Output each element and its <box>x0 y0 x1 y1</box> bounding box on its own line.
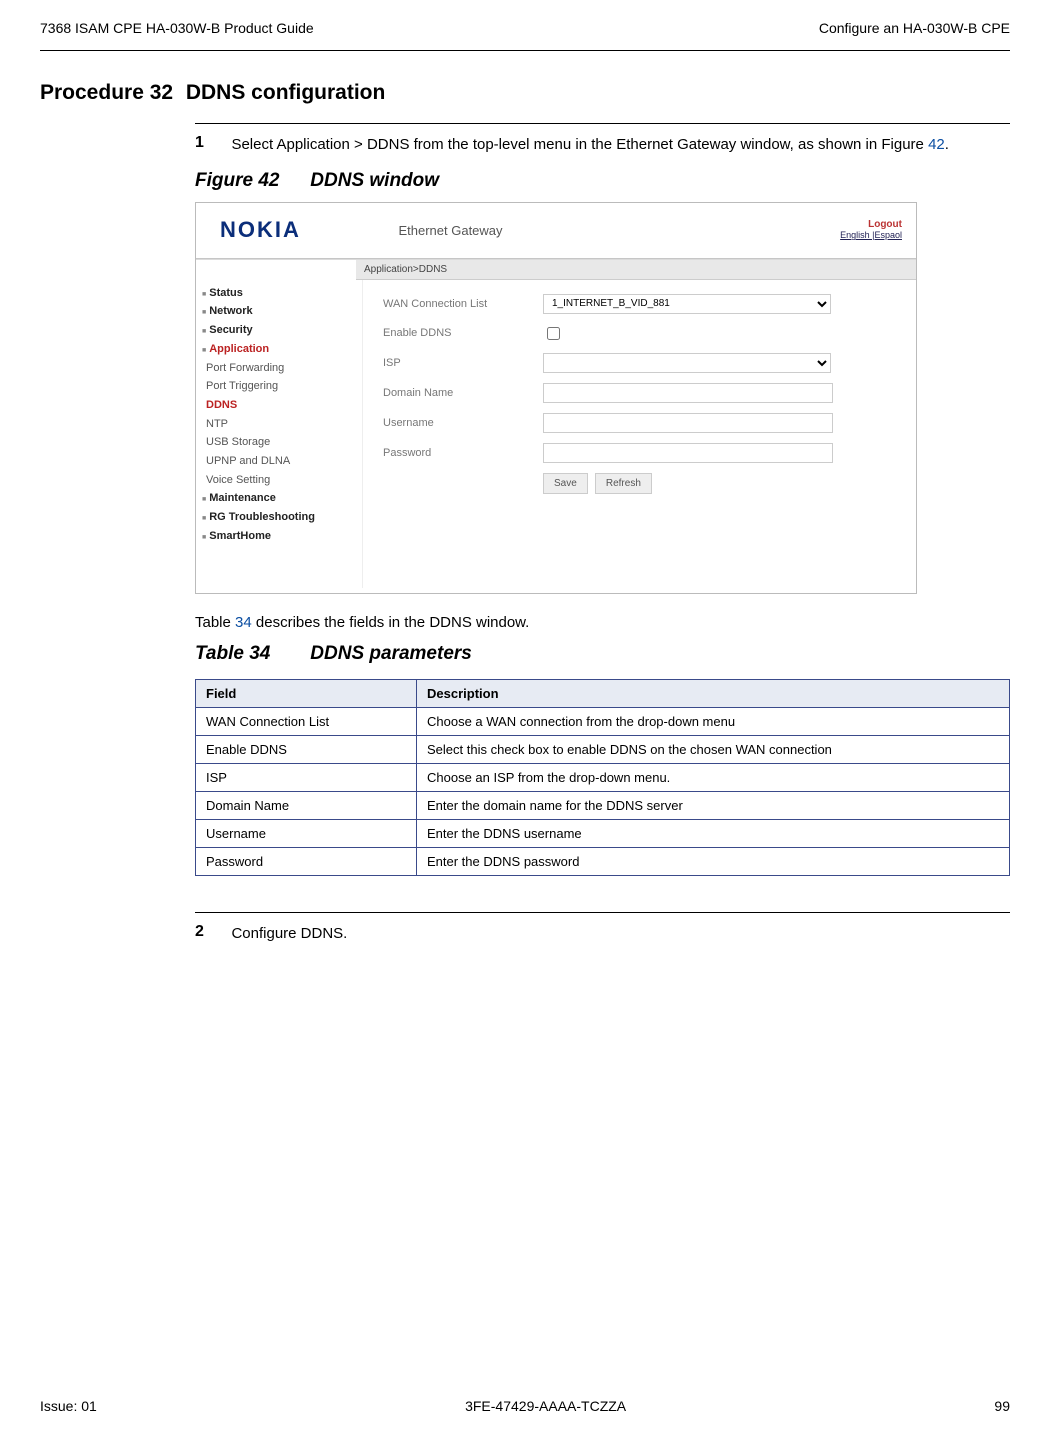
language-links[interactable]: English |Espaol <box>840 230 902 240</box>
breadcrumb: Application>DDNS <box>356 260 916 280</box>
cell-field: Domain Name <box>196 791 417 819</box>
refresh-button[interactable]: Refresh <box>595 473 652 494</box>
nav-status[interactable]: Status <box>202 284 362 303</box>
step-text: Configure DDNS. <box>231 923 1006 945</box>
step-number: 2 <box>195 923 227 941</box>
nav-ddns[interactable]: DDNS <box>202 396 362 415</box>
nav-port-triggering[interactable]: Port Triggering <box>202 377 362 396</box>
nav-voice[interactable]: Voice Setting <box>202 471 362 490</box>
step1-text-b: . <box>945 136 949 153</box>
step-number: 1 <box>195 134 227 152</box>
nav-usb[interactable]: USB Storage <box>202 433 362 452</box>
username-input[interactable] <box>543 413 833 433</box>
gateway-title: Ethernet Gateway <box>398 223 502 238</box>
cell-field: ISP <box>196 763 417 791</box>
table-intro: Table 34 describes the fields in the DDN… <box>195 614 1010 631</box>
domain-name-label: Domain Name <box>383 387 543 399</box>
table-row: PasswordEnter the DDNS password <box>196 847 1010 875</box>
nokia-logo: NOKIA <box>220 217 301 243</box>
table-row: Enable DDNSSelect this check box to enab… <box>196 735 1010 763</box>
save-button[interactable]: Save <box>543 473 588 494</box>
cell-field: WAN Connection List <box>196 707 417 735</box>
nav-smarthome[interactable]: SmartHome <box>202 527 362 546</box>
enable-ddns-label: Enable DDNS <box>383 327 543 339</box>
table-row: UsernameEnter the DDNS username <box>196 819 1010 847</box>
logout-link[interactable]: Logout <box>840 219 902 230</box>
cell-desc: Select this check box to enable DDNS on … <box>417 735 1010 763</box>
footer-page: 99 <box>994 1398 1010 1414</box>
nav-ntp[interactable]: NTP <box>202 415 362 434</box>
page-footer: Issue: 01 3FE-47429-AAAA-TCZZA 99 <box>40 1398 1010 1414</box>
procedure-title: DDNS configuration <box>186 81 386 104</box>
figure-number: Figure 42 <box>195 170 305 192</box>
figure-caption: Figure 42 DDNS window <box>195 170 1010 192</box>
table-row: Domain NameEnter the domain name for the… <box>196 791 1010 819</box>
col-description: Description <box>417 679 1010 707</box>
table-row: ISPChoose an ISP from the drop-down menu… <box>196 763 1010 791</box>
step1-text-a: Select Application > DDNS from the top-l… <box>231 136 928 153</box>
enable-ddns-checkbox[interactable] <box>547 327 560 340</box>
isp-label: ISP <box>383 357 543 369</box>
footer-docnum: 3FE-47429-AAAA-TCZZA <box>465 1398 626 1414</box>
table-intro-b: describes the fields in the DDNS window. <box>252 614 530 631</box>
nav-network[interactable]: Network <box>202 302 362 321</box>
password-label: Password <box>383 447 543 459</box>
footer-issue: Issue: 01 <box>40 1398 97 1414</box>
table-caption: Table 34 DDNS parameters <box>195 643 1010 665</box>
ddns-form: WAN Connection List 1_INTERNET_B_VID_881… <box>363 280 916 588</box>
step-text: Select Application > DDNS from the top-l… <box>231 134 1006 156</box>
side-nav: Status Network Security Application Port… <box>196 280 363 588</box>
nav-application[interactable]: Application <box>202 340 362 359</box>
figure-ref-link[interactable]: 42 <box>928 136 945 153</box>
table-intro-a: Table <box>195 614 235 631</box>
nav-maintenance[interactable]: Maintenance <box>202 489 362 508</box>
step-1: 1 Select Application > DDNS from the top… <box>195 123 1010 156</box>
col-field: Field <box>196 679 417 707</box>
doc-title-left: 7368 ISAM CPE HA-030W-B Product Guide <box>40 20 314 36</box>
wan-list-select[interactable]: 1_INTERNET_B_VID_881 <box>543 294 831 314</box>
step-2: 2 Configure DDNS. <box>195 912 1010 945</box>
cell-desc: Enter the domain name for the DDNS serve… <box>417 791 1010 819</box>
table-row: WAN Connection ListChoose a WAN connecti… <box>196 707 1010 735</box>
nav-rg-troubleshooting[interactable]: RG Troubleshooting <box>202 508 362 527</box>
wan-list-label: WAN Connection List <box>383 298 543 310</box>
figure-title: DDNS window <box>310 170 439 191</box>
nav-port-forwarding[interactable]: Port Forwarding <box>202 359 362 378</box>
table-number: Table 34 <box>195 643 305 665</box>
cell-field: Password <box>196 847 417 875</box>
doc-title-right: Configure an HA-030W-B CPE <box>819 20 1010 36</box>
cell-field: Username <box>196 819 417 847</box>
cell-desc: Enter the DDNS password <box>417 847 1010 875</box>
cell-desc: Enter the DDNS username <box>417 819 1010 847</box>
nav-upnp[interactable]: UPNP and DLNA <box>202 452 362 471</box>
domain-name-input[interactable] <box>543 383 833 403</box>
cell-desc: Choose a WAN connection from the drop-do… <box>417 707 1010 735</box>
procedure-number: Procedure 32 <box>40 81 180 105</box>
isp-select[interactable] <box>543 353 831 373</box>
cell-field: Enable DDNS <box>196 735 417 763</box>
password-input[interactable] <box>543 443 833 463</box>
ddns-parameters-table: Field Description WAN Connection ListCho… <box>195 679 1010 876</box>
cell-desc: Choose an ISP from the drop-down menu. <box>417 763 1010 791</box>
ddns-window-screenshot: NOKIA Ethernet Gateway Logout English |E… <box>195 202 917 594</box>
username-label: Username <box>383 417 543 429</box>
table-ref-link[interactable]: 34 <box>235 614 252 631</box>
procedure-heading: Procedure 32 DDNS configuration <box>40 81 1010 105</box>
nav-security[interactable]: Security <box>202 321 362 340</box>
table-title: DDNS parameters <box>310 643 472 664</box>
